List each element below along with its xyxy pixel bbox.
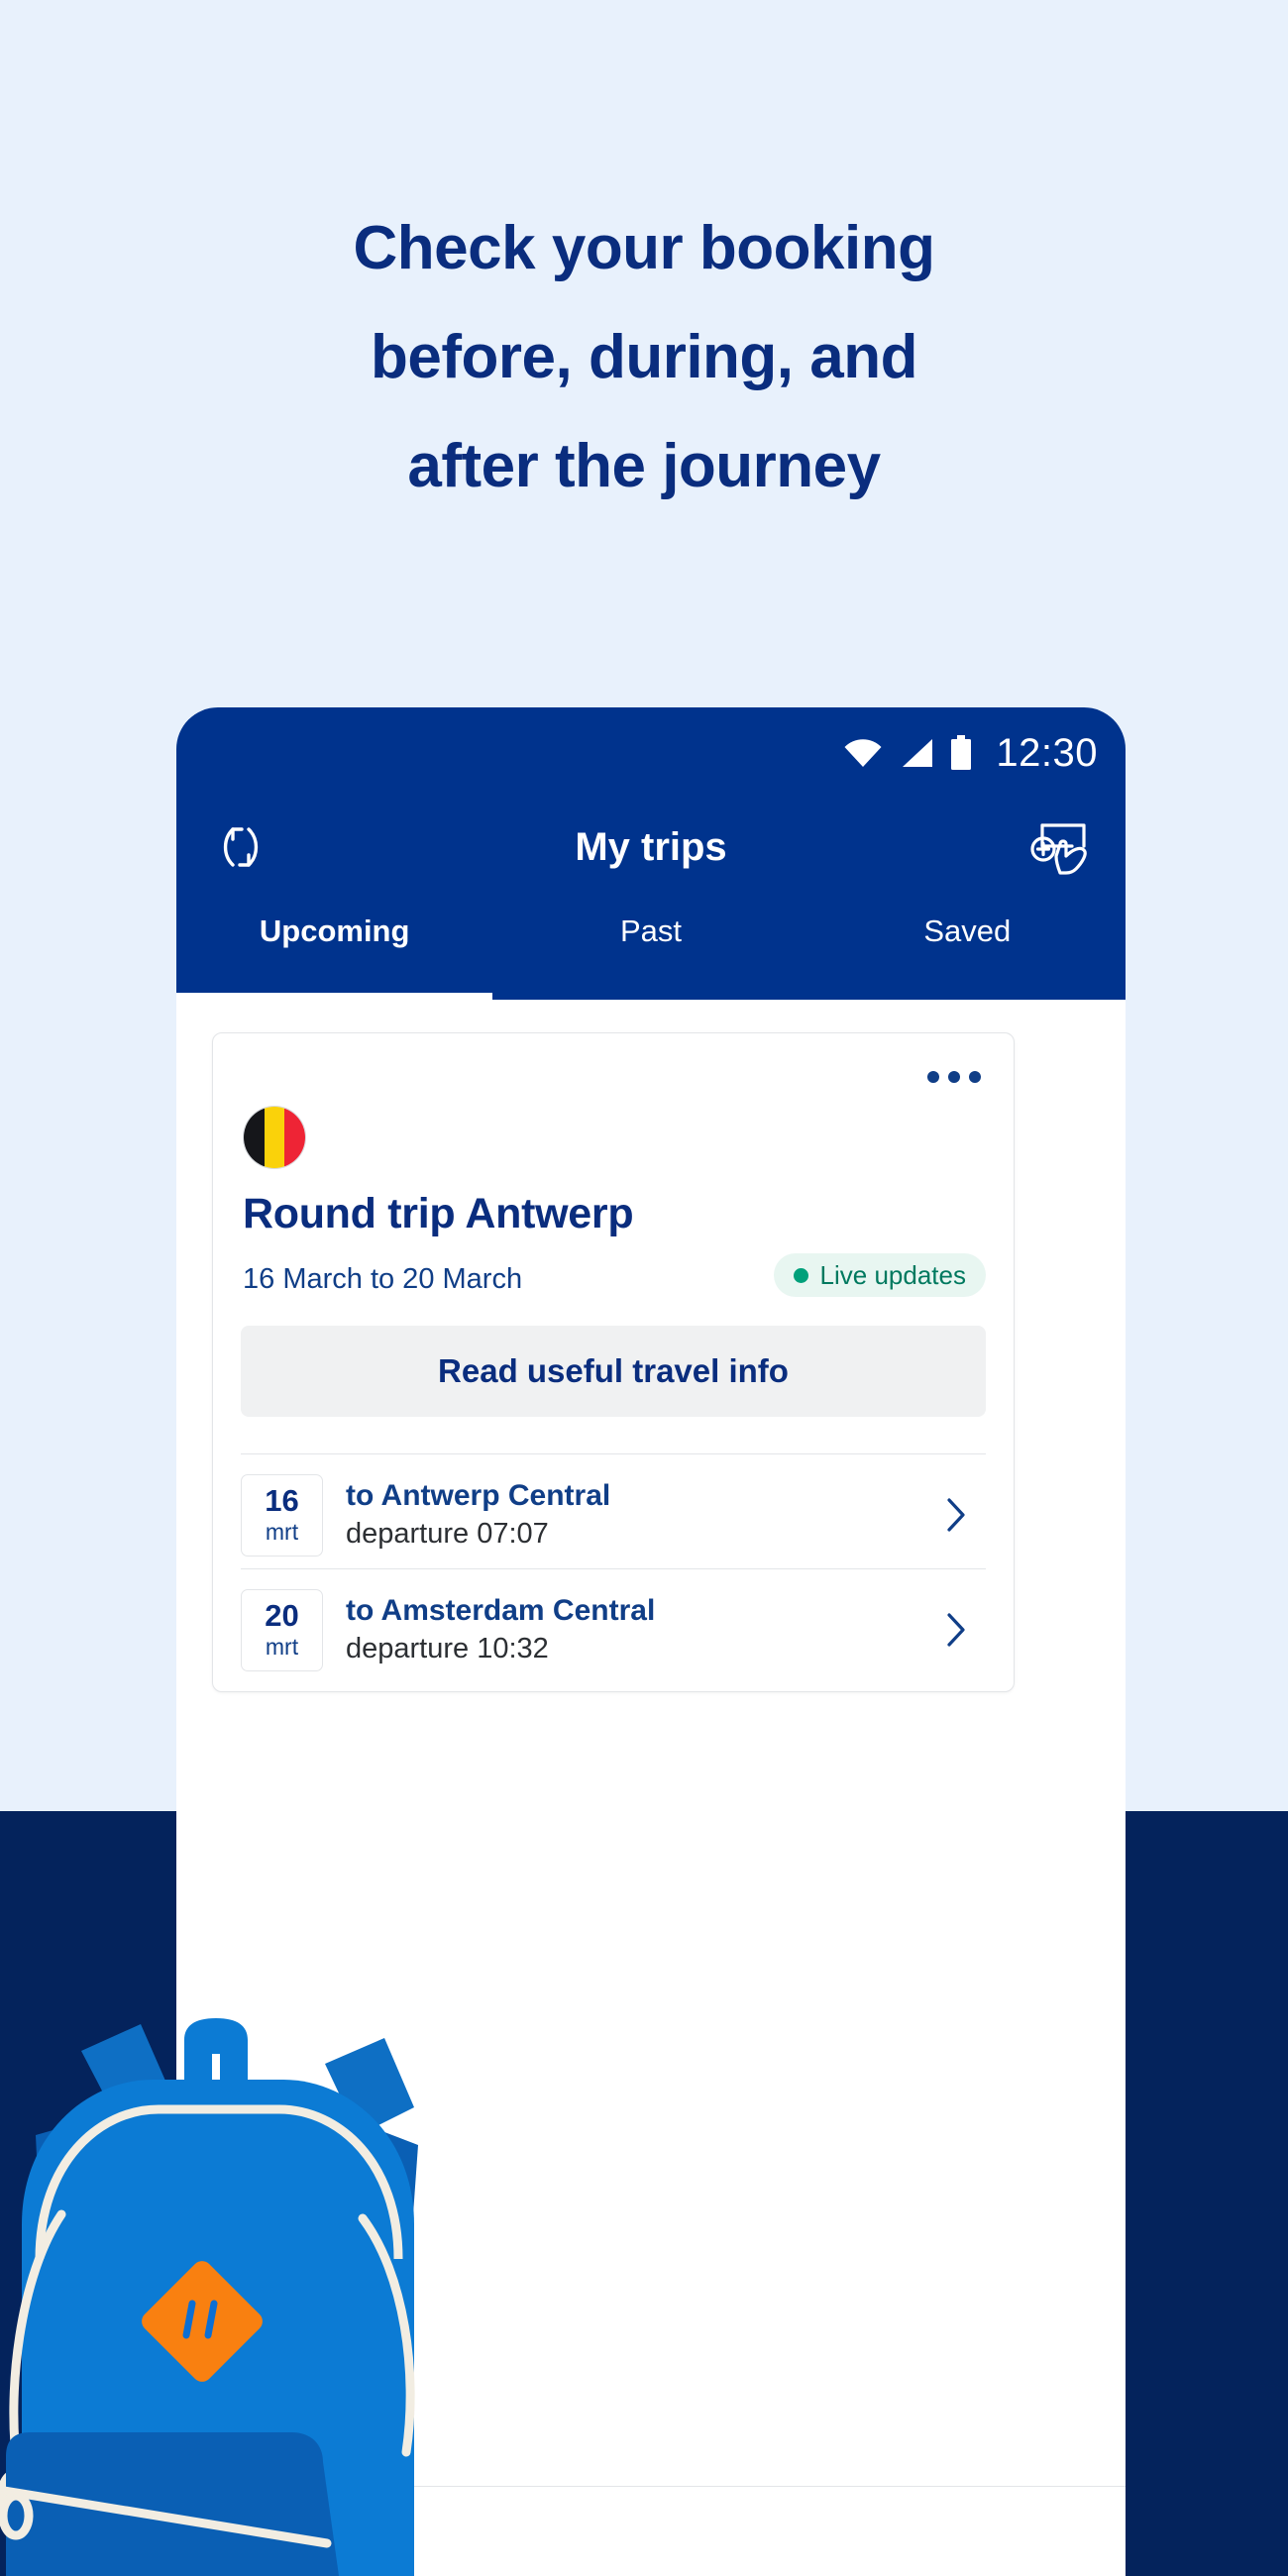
bottom-navigation bbox=[176, 2486, 1126, 2576]
phone-mockup: 12:30 My trips Upcoming Past Saved Round… bbox=[176, 707, 1126, 2576]
leg-info: to Antwerp Central departure 07:07 bbox=[346, 1476, 934, 1554]
trips-icon[interactable] bbox=[266, 2503, 325, 2548]
signal-icon bbox=[903, 739, 933, 767]
trip-leg-row[interactable]: 20 mrt to Amsterdam Central departure 10… bbox=[241, 1576, 986, 1683]
leg-date-box: 16 mrt bbox=[241, 1473, 323, 1556]
tickets-icon[interactable] bbox=[740, 2503, 800, 2548]
leg-day: 16 bbox=[265, 1483, 299, 1518]
dot bbox=[927, 1071, 939, 1083]
more-options-icon[interactable] bbox=[916, 1049, 992, 1105]
trips-list: Round trip Antwerp 16 March to 20 March … bbox=[176, 1000, 1126, 2576]
planner-icon[interactable] bbox=[502, 2503, 562, 2548]
status-badge-label: Live updates bbox=[819, 1259, 966, 1290]
divider bbox=[241, 1568, 986, 1569]
trip-leg-row[interactable]: 16 mrt to Antwerp Central departure 07:0… bbox=[241, 1461, 986, 1568]
leg-info: to Amsterdam Central departure 10:32 bbox=[346, 1591, 934, 1668]
app-bar: My trips bbox=[176, 799, 1126, 896]
read-travel-info-button[interactable]: Read useful travel info bbox=[241, 1326, 986, 1417]
app-store-screenshot: Check your booking before, during, and a… bbox=[0, 0, 1288, 2576]
tab-active-indicator bbox=[176, 993, 492, 1000]
page-headline: Check your booking before, during, and a… bbox=[353, 214, 935, 500]
leg-departure: departure 07:07 bbox=[346, 1518, 549, 1550]
leg-destination: to Antwerp Central bbox=[346, 1479, 611, 1512]
dot bbox=[948, 1071, 960, 1083]
live-dot-icon bbox=[793, 1267, 808, 1283]
leg-month: mrt bbox=[265, 1634, 299, 1660]
leg-date-box: 20 mrt bbox=[241, 1588, 323, 1671]
dot bbox=[969, 1071, 981, 1083]
tab-past[interactable]: Past bbox=[492, 896, 808, 1000]
leg-month: mrt bbox=[265, 1519, 299, 1545]
leg-day: 20 bbox=[265, 1598, 299, 1633]
tab-bar: Upcoming Past Saved bbox=[176, 896, 1126, 1000]
add-ticket-icon[interactable] bbox=[1022, 812, 1102, 882]
tab-upcoming[interactable]: Upcoming bbox=[176, 896, 492, 1000]
status-bar: 12:30 bbox=[176, 707, 1126, 799]
flag-band-yellow bbox=[264, 1107, 285, 1168]
divider bbox=[241, 1453, 986, 1454]
battery-icon bbox=[951, 735, 972, 770]
app-bar-title: My trips bbox=[575, 824, 727, 869]
menu-icon[interactable] bbox=[977, 2503, 1036, 2548]
status-bar-icons: 12:30 bbox=[843, 707, 1098, 799]
leg-destination: to Amsterdam Central bbox=[346, 1594, 656, 1627]
chevron-right-icon[interactable] bbox=[934, 1608, 978, 1652]
trip-dates: 16 March to 20 March bbox=[243, 1263, 523, 1295]
trip-title: Round trip Antwerp bbox=[243, 1190, 634, 1237]
status-badge: Live updates bbox=[773, 1253, 986, 1297]
leg-departure: departure 10:32 bbox=[346, 1633, 549, 1664]
tab-saved[interactable]: Saved bbox=[809, 896, 1126, 1000]
status-bar-time: 12:30 bbox=[996, 730, 1098, 775]
chevron-right-icon[interactable] bbox=[934, 1493, 978, 1537]
belgium-flag-icon bbox=[243, 1106, 306, 1169]
wifi-icon bbox=[844, 739, 882, 767]
trip-card[interactable]: Round trip Antwerp 16 March to 20 March … bbox=[212, 1032, 1015, 1692]
